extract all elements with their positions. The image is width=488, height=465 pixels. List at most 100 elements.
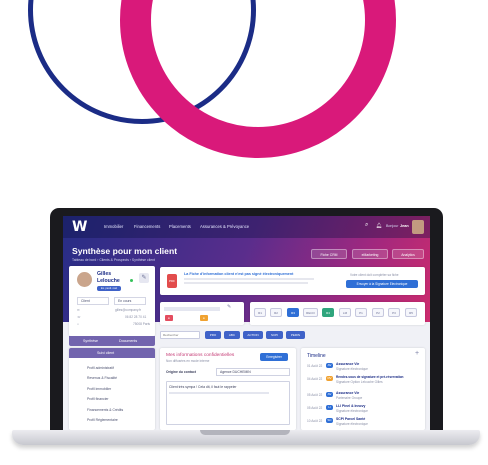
client-menu-title: Suivi client xyxy=(97,351,115,355)
tab-documents[interactable]: Documents xyxy=(119,339,137,343)
emarketing-button[interactable]: eMarketing xyxy=(352,249,388,259)
edit-product-icon[interactable]: ✎ xyxy=(227,304,231,310)
analytics-button[interactable]: Analytics xyxy=(392,249,424,259)
online-status-dot xyxy=(130,279,133,282)
timeline-title: Timeline xyxy=(307,353,326,359)
app-screen: W Immobilier Financements Placements Ass… xyxy=(63,216,430,430)
origin-label: Origine du contact xyxy=(166,370,196,374)
event-sub: Signature électronique xyxy=(336,367,368,371)
client-first-name: Gilles xyxy=(97,271,112,277)
alert-title: La Fiche d'information client n'est pas … xyxy=(184,272,294,276)
add-event-icon[interactable]: + xyxy=(415,350,419,357)
confidential-info-card: Mes informations confidentielles Non dif… xyxy=(160,348,296,430)
event-date: 04 Août 22 xyxy=(307,377,323,381)
filter-tag-abc[interactable]: ABC xyxy=(224,331,240,339)
filter-tag-scpi[interactable]: SCPI xyxy=(266,331,283,339)
e-signature-alert: PDF La Fiche d'information client n'est … xyxy=(160,267,425,295)
nav-item-assurances[interactable]: Assurances & Prévoyance xyxy=(200,224,249,229)
menu-item-immobilier[interactable]: Profil immobilier xyxy=(87,387,111,391)
edit-client-icon[interactable]: ✎ xyxy=(139,273,149,283)
product-tag-orange: ● xyxy=(200,315,208,321)
event-sub: Partenaire Groupe xyxy=(336,396,363,400)
step-r4[interactable]: R4 xyxy=(322,308,334,317)
nav-item-financements[interactable]: Financements xyxy=(134,224,160,229)
client-city: 75008 Paris xyxy=(133,322,151,326)
client-last-name: Lelouche xyxy=(97,278,120,284)
client-email[interactable]: gilles@company.fr xyxy=(115,308,141,312)
pdf-icon: PDF xyxy=(167,274,177,288)
save-button[interactable]: Enregistrer xyxy=(260,353,288,361)
event-type-icon: LI xyxy=(326,405,333,410)
top-nav: W Immobilier Financements Placements Ass… xyxy=(63,216,430,238)
event-date: 01 Août 22 xyxy=(307,364,323,368)
client-phone[interactable]: 06 82 28 70 41 xyxy=(125,315,146,319)
decorative-pink-ring xyxy=(120,0,396,158)
step-p3[interactable]: P3 xyxy=(388,308,400,317)
step-r3[interactable]: R3 xyxy=(287,308,299,317)
step-r2[interactable]: R2 xyxy=(270,308,282,317)
timeline-card: Timeline + 01 Août 22 AV Assurance Vie S… xyxy=(301,348,425,430)
event-title: Assurance Vie xyxy=(336,362,360,366)
filter-tag-pro[interactable]: PRO xyxy=(205,331,221,339)
nav-item-immobilier[interactable]: Immobilier xyxy=(104,224,123,229)
event-sub: Signature électronique xyxy=(336,409,368,413)
confidential-subtitle: Non diffusées en mode interne xyxy=(166,359,210,363)
greeting: Bonjour xyxy=(386,224,399,228)
filter-tag-action[interactable]: ACTION xyxy=(243,331,263,339)
alert-text-line xyxy=(184,278,314,280)
menu-item-admin[interactable]: Profil administratif xyxy=(87,366,114,370)
filter-tag-perin[interactable]: PERIN xyxy=(286,331,305,339)
step-lm[interactable]: LM xyxy=(339,308,351,317)
event-date: 05 Août 22 xyxy=(307,393,323,397)
page-title: Synthèse pour mon client xyxy=(72,246,178,256)
crm-button[interactable]: Fiche CRM xyxy=(311,249,347,259)
menu-item-reglementaire[interactable]: Profil Réglementaire xyxy=(87,418,118,422)
event-title: LLI Pinel & Innovy xyxy=(336,404,366,408)
progress-steps: R1 R2 R3 RECO R4 LM P1 P2 P3 R5 xyxy=(250,302,425,325)
note-text-line xyxy=(169,392,269,394)
event-sub: Signature Option Lelouche Gilles xyxy=(336,380,383,384)
laptop-notch xyxy=(200,430,290,435)
event-type-icon: AV xyxy=(326,392,333,397)
search-icon[interactable]: ⌕ xyxy=(365,222,368,229)
event-type-icon: AV xyxy=(326,363,333,368)
user-name[interactable]: Jean xyxy=(400,224,409,228)
client-badge: Ex. pend. reel xyxy=(97,286,121,291)
product-card: ✎ ● ● xyxy=(160,302,244,325)
event-sub: Signature électronique xyxy=(336,422,368,426)
event-date: 10 Août 22 xyxy=(307,419,323,423)
step-r1[interactable]: R1 xyxy=(254,308,266,317)
step-p1[interactable]: P1 xyxy=(355,308,367,317)
event-type-icon: SC xyxy=(326,418,333,423)
email-icon: ✉ xyxy=(77,308,80,312)
client-type-select[interactable]: Client xyxy=(77,297,109,305)
menu-item-financier[interactable]: Profil financier xyxy=(87,397,108,401)
nav-item-placements[interactable]: Placements xyxy=(169,224,191,229)
phone-icon: ☏ xyxy=(77,315,81,319)
step-r5[interactable]: R5 xyxy=(405,308,417,317)
note-text: Client très sympa ! Cela dit, il faut le… xyxy=(169,385,237,389)
event-type-icon: RV xyxy=(326,376,333,381)
bell-icon[interactable]: 🔔︎ xyxy=(376,223,382,229)
client-menu: Suivi client Profil administratif Revenu… xyxy=(69,348,155,430)
client-status-select[interactable]: En cours xyxy=(114,297,146,305)
step-reco[interactable]: RECO xyxy=(303,308,318,317)
client-tabs: Synthèse Documents xyxy=(69,336,155,346)
breadcrumb[interactable]: Tableau de bord › Clients & Prospects › … xyxy=(72,258,155,262)
filter-bar: PRO ABC ACTION SCPI PERIN xyxy=(160,331,425,341)
menu-item-revenus[interactable]: Revenus & Fiscalité xyxy=(87,376,117,380)
origin-select[interactable]: Agence DUCHEMIN xyxy=(216,368,290,376)
client-avatar xyxy=(77,272,92,287)
send-esignature-button[interactable]: Envoyer à la Signature Electronique xyxy=(346,280,418,288)
user-avatar[interactable] xyxy=(412,220,424,234)
event-title: Assurance Vie xyxy=(336,391,360,395)
tab-synthese[interactable]: Synthèse xyxy=(83,339,98,343)
menu-item-credits[interactable]: Financements & Crédits xyxy=(87,408,123,412)
search-input[interactable] xyxy=(160,331,200,339)
alert-text-line xyxy=(184,282,308,284)
step-p2[interactable]: P2 xyxy=(372,308,384,317)
confidential-title: Mes informations confidentielles xyxy=(166,353,235,358)
app-logo[interactable]: W xyxy=(72,219,87,235)
client-card: Gilles Lelouche Ex. pend. reel ✎ Client … xyxy=(69,266,155,336)
event-title: Rendez-vous de signature et pré-réservat… xyxy=(336,375,404,379)
